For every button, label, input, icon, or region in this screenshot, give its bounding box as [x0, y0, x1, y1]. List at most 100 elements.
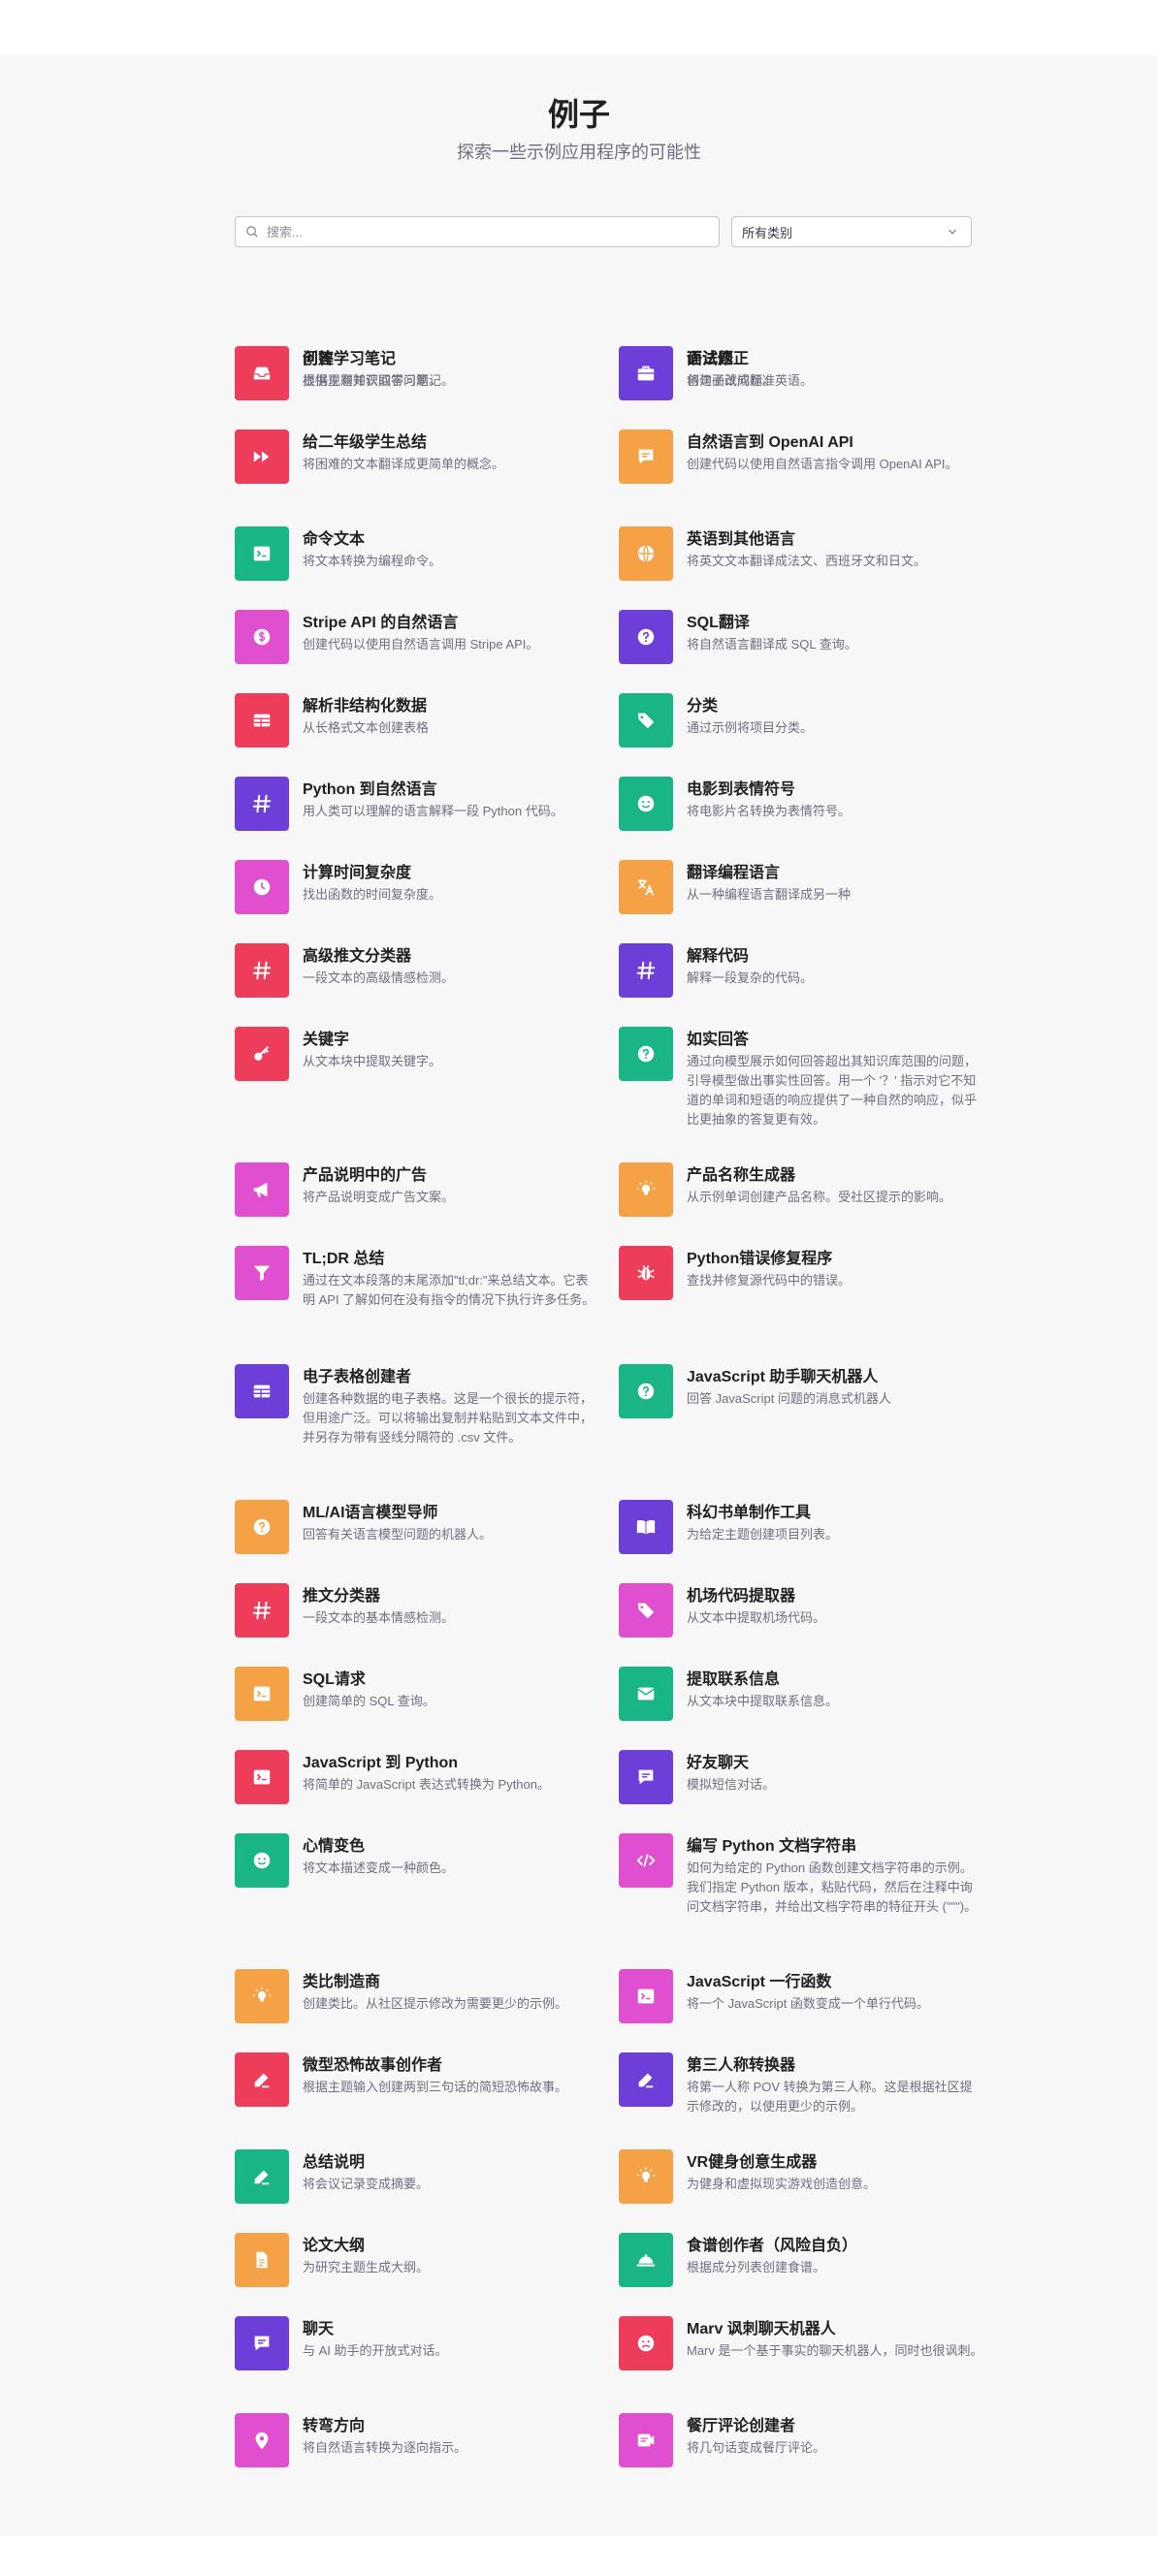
example-text: 科幻书单制作工具 为给定主题创建项目列表。 — [687, 1500, 983, 1554]
example-text: 机场代码提取器 从文本中提取机场代码。 — [687, 1583, 983, 1638]
example-item[interactable]: SQL请求 创建简单的 SQL 查询。 — [235, 1667, 603, 1721]
tag-icon — [619, 693, 673, 747]
example-item[interactable]: 转弯方向 将自然语言转换为逐向指示。 — [235, 2413, 603, 2467]
hash-icon — [619, 943, 673, 998]
example-item[interactable]: 关键字 从文本块中提取关键字。 — [235, 1027, 603, 1081]
example-item[interactable]: 食谱创作者（风险自负） 根据成分列表创建食谱。 — [619, 2233, 987, 2287]
example-item[interactable]: 产品名称生成器 从示例单词创建产品名称。受社区提示的影响。 — [619, 1162, 987, 1217]
example-text: ML/AI语言模型导师回答有关语言模型问题的机器人。 — [303, 1500, 599, 1554]
search-input[interactable] — [265, 223, 719, 240]
example-name: 第三人称转换器 — [687, 2057, 796, 2074]
example-text: 食谱创作者（风险自负） 根据成分列表创建食谱。 — [687, 2233, 983, 2287]
example-item[interactable]: 总结说明 将会议记录变成摘要。 — [235, 2149, 603, 2204]
example-item[interactable]: 面试题 创建面试问题。 — [619, 346, 987, 400]
example-item[interactable]: 解析非结构化数据 从长格式文本创建表格 — [235, 693, 603, 747]
example-text: TL;DR 总结 通过在文本段落的末尾添加"tl;dr:"来总结文本。它表明 AP… — [303, 1246, 599, 1310]
example-item[interactable]: SQL翻译 将自然语言翻译成 SQL 查询。 — [619, 610, 987, 664]
example-item[interactable]: 如实回答 通过向模型展示如何回答超出其知识库范围的问题，引导模型做出事实性回答。用… — [619, 1027, 987, 1129]
key-icon — [235, 1027, 289, 1081]
fast-forward-icon — [235, 429, 289, 484]
example-description: 将几句话变成餐厅评论。 — [687, 2440, 826, 2455]
example-item[interactable]: 微型恐怖故事创作者 根据主题输入创建两到三句话的简短恐怖故事。 — [235, 2052, 603, 2107]
search-box[interactable] — [235, 216, 720, 247]
example-description: 为给定主题创建项目列表。 — [687, 1527, 839, 1542]
example-item[interactable]: 电子表格创建者 创建各种数据的电子表格。这是一个很长的提示符，但用途广泛。可以将输… — [235, 1364, 603, 1447]
example-name: ML/AI语言模型导师 — [303, 1505, 438, 1521]
example-description: 根据主题输入创建两到三句话的简短恐怖故事。 — [303, 2080, 568, 2094]
example-item[interactable]: 产品说明中的广告 将产品说明变成广告文案。 — [235, 1162, 603, 1217]
example-description: 如何为给定的 Python 函数创建文档字符串的示例。我们指定 Python 版… — [687, 1860, 978, 1914]
example-text: 自然语言到 OpenAI API 创建代码以使用自然语言指令调用 OpenAI A… — [687, 429, 983, 484]
example-item[interactable]: 创建学习笔记 提供主题并获取学习笔记。 — [235, 346, 603, 400]
example-name: 解析非结构化数据 — [303, 698, 428, 715]
example-item[interactable]: JavaScript 到 Python 将简单的 JavaScript 表达式转换… — [235, 1750, 603, 1804]
example-item[interactable]: 给二年级学生总结 将困难的文本翻译成更简单的概念。 — [235, 429, 603, 484]
example-text: VR健身创意生成器 为健身和虚拟现实游戏创造创意。 — [687, 2149, 983, 2204]
example-item[interactable]: 提取联系信息 从文本块中提取联系信息。 — [619, 1667, 987, 1721]
example-name: 分类 — [687, 698, 719, 715]
example-item[interactable]: 科幻书单制作工具 为给定主题创建项目列表。 — [619, 1500, 987, 1554]
example-text: 解释代码 解释一段复杂的代码。 — [687, 943, 983, 998]
example-name: JavaScript 一行函数 — [687, 1974, 832, 1990]
example-description: 创建代码以使用自然语言指令调用 OpenAI API。 — [687, 457, 958, 471]
example-item[interactable]: 心情变色 将文本描述变成一种颜色。 — [235, 1833, 603, 1888]
example-description: 用人类可以理解的语言解释一段 Python 代码。 — [303, 804, 563, 818]
example-text: 提取联系信息 从文本块中提取联系信息。 — [687, 1667, 983, 1721]
example-name: 好友聊天 — [687, 1755, 750, 1771]
example-item[interactable]: 计算时间复杂度 找出函数的时间复杂度。 — [235, 860, 603, 914]
search-icon — [246, 226, 258, 238]
dish-icon — [619, 2233, 673, 2287]
example-text: 好友聊天 模拟短信对话。 — [687, 1750, 983, 1804]
example-item[interactable]: JavaScript 助手聊天机器人 回答 JavaScript 问题的消息式机器… — [619, 1364, 987, 1418]
example-item[interactable]: 电影到表情符号 将电影片名转换为表情符号。 — [619, 777, 987, 831]
example-text: 第三人称转换器 将第一人称 POV 转换为第三人称。这是根据社区提示修改的，以使用… — [687, 2052, 983, 2116]
example-name: 总结说明 — [303, 2154, 366, 2171]
example-item[interactable]: 推文分类器 一段文本的基本情感检测。 — [235, 1583, 603, 1638]
example-item[interactable]: 聊天与 AI 助手的开放式对话。 — [235, 2316, 603, 2370]
example-item[interactable]: 机场代码提取器 从文本中提取机场代码。 — [619, 1583, 987, 1638]
example-text: 餐厅评论创建者将几句话变成餐厅评论。 — [687, 2413, 983, 2467]
example-item[interactable]: 英语到其他语言 将英文文本翻译成法文、西班牙文和日文。 — [619, 526, 987, 581]
example-item[interactable]: 餐厅评论创建者将几句话变成餐厅评论。 — [619, 2413, 987, 2467]
example-name: 创建学习笔记 — [303, 351, 397, 367]
example-text: 面试题 创建面试问题。 — [687, 346, 983, 400]
chat-bubble-icon — [235, 2316, 289, 2370]
example-name: Python 到自然语言 — [303, 781, 437, 798]
example-item[interactable]: 编写 Python 文档字符串 如何为给定的 Python 函数创建文档字符串的示… — [619, 1833, 987, 1917]
example-name: SQL翻译 — [687, 615, 750, 631]
example-description: 通过示例将项目分类。 — [687, 720, 814, 735]
edit-icon — [235, 2052, 289, 2107]
example-item[interactable]: Python 到自然语言用人类可以理解的语言解释一段 Python 代码。 — [235, 777, 603, 831]
example-item[interactable]: TL;DR 总结 通过在文本段落的末尾添加"tl;dr:"来总结文本。它表明 AP… — [235, 1246, 603, 1310]
example-item[interactable]: 高级推文分类器 一段文本的高级情感检测。 — [235, 943, 603, 998]
example-item[interactable]: Stripe API 的自然语言 创建代码以使用自然语言调用 Stripe API… — [235, 610, 603, 664]
example-item[interactable]: 命令文本 将文本转换为编程命令。 — [235, 526, 603, 581]
example-item[interactable]: 解释代码 解释一段复杂的代码。 — [619, 943, 987, 998]
example-description: 回答有关语言模型问题的机器人。 — [303, 1527, 493, 1542]
example-name: 机场代码提取器 — [687, 1588, 796, 1605]
example-item[interactable]: JavaScript 一行函数 将一个 JavaScript 函数变成一个单行代码… — [619, 1969, 987, 2023]
example-description: 从文本块中提取关键字。 — [303, 1054, 442, 1068]
example-name: 餐厅评论创建者 — [687, 2418, 796, 2434]
example-item[interactable]: 第三人称转换器 将第一人称 POV 转换为第三人称。这是根据社区提示修改的，以使用… — [619, 2052, 987, 2116]
example-name: 如实回答 — [687, 1032, 750, 1048]
example-item[interactable]: 类比制造商 创建类比。从社区提示修改为需要更少的示例。 — [235, 1969, 603, 2023]
example-description: 一段文本的基本情感检测。 — [303, 1610, 455, 1625]
example-item[interactable]: ML/AI语言模型导师回答有关语言模型问题的机器人。 — [235, 1500, 603, 1554]
example-item[interactable]: 好友聊天 模拟短信对话。 — [619, 1750, 987, 1804]
example-item[interactable]: 自然语言到 OpenAI API 创建代码以使用自然语言指令调用 OpenAI A… — [619, 429, 987, 484]
example-item[interactable]: Marv 讽刺聊天机器人 Marv 是一个基于事实的聊天机器人，同时也很讽刺。 — [619, 2316, 987, 2370]
example-text: JavaScript 到 Python 将简单的 JavaScript 表达式转换… — [303, 1750, 599, 1804]
example-name: 给二年级学生总结 — [303, 434, 428, 451]
example-item[interactable]: 翻译编程语言 从一种编程语言翻译成另一种 — [619, 860, 987, 914]
example-text: JavaScript 助手聊天机器人 回答 JavaScript 问题的消息式机器… — [687, 1364, 983, 1418]
category-select[interactable]: 所有类别 — [731, 216, 972, 247]
example-item[interactable]: VR健身创意生成器 为健身和虚拟现实游戏创造创意。 — [619, 2149, 987, 2204]
example-item[interactable]: 分类通过示例将项目分类。 — [619, 693, 987, 747]
smiley-icon — [619, 777, 673, 831]
example-item[interactable]: Python错误修复程序 查找并修复源代码中的错误。 — [619, 1246, 987, 1300]
example-description: 将产品说明变成广告文案。 — [303, 1190, 455, 1204]
table-icon — [235, 693, 289, 747]
example-item[interactable]: 论文大纲 为研究主题生成大纲。 — [235, 2233, 603, 2287]
example-name: 电影到表情符号 — [687, 781, 796, 798]
